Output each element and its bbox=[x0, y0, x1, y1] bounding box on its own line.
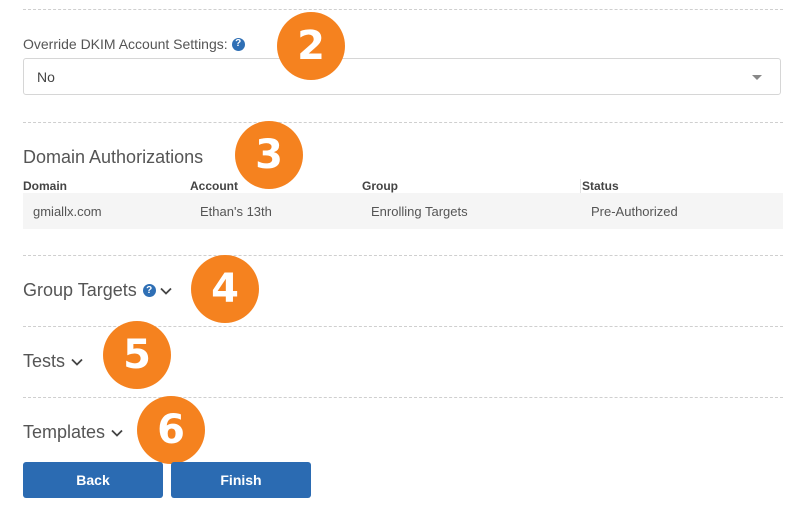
domain-authorizations-title: Domain Authorizations bbox=[23, 147, 203, 168]
divider bbox=[23, 122, 783, 123]
help-icon[interactable]: ? bbox=[142, 284, 156, 297]
divider bbox=[23, 9, 783, 10]
step-badge-4: 4 bbox=[191, 255, 259, 323]
dkim-override-label-text: Override DKIM Account Settings: bbox=[23, 36, 228, 52]
column-header-domain: Domain bbox=[23, 179, 68, 193]
divider bbox=[23, 255, 783, 256]
cell-status: Pre-Authorized bbox=[591, 204, 678, 219]
group-targets-toggle[interactable]: Group Targets ? bbox=[23, 280, 172, 301]
dkim-override-label: Override DKIM Account Settings: ? bbox=[23, 36, 245, 52]
table-row: gmiallx.com Ethan's 13th Enrolling Targe… bbox=[23, 193, 783, 229]
step-badge-2: 2 bbox=[277, 12, 345, 80]
chevron-down-icon bbox=[71, 358, 83, 366]
column-header-group: Group bbox=[362, 179, 398, 193]
back-button[interactable]: Back bbox=[23, 462, 163, 498]
domain-authorizations-title-text: Domain Authorizations bbox=[23, 147, 204, 167]
tests-title: Tests bbox=[23, 351, 66, 371]
step-badge-5: 5 bbox=[103, 321, 171, 389]
step-badge-6: 6 bbox=[137, 396, 205, 464]
cell-group: Enrolling Targets bbox=[371, 204, 468, 219]
chevron-down-icon bbox=[111, 429, 123, 437]
chevron-down-icon bbox=[160, 287, 172, 295]
dkim-override-select[interactable]: No bbox=[23, 58, 781, 95]
column-header-account: Account bbox=[190, 179, 238, 193]
divider bbox=[23, 397, 783, 398]
templates-title: Templates bbox=[23, 422, 106, 442]
finish-button[interactable]: Finish bbox=[171, 462, 311, 498]
templates-toggle[interactable]: Templates bbox=[23, 422, 123, 443]
tests-toggle[interactable]: Tests bbox=[23, 351, 83, 372]
column-header-status: Status bbox=[582, 179, 619, 193]
cell-account: Ethan's 13th bbox=[200, 204, 272, 219]
caret-down-icon bbox=[752, 75, 762, 80]
dkim-override-selected-value: No bbox=[37, 69, 55, 85]
help-icon[interactable]: ? bbox=[231, 37, 245, 51]
group-targets-title: Group Targets bbox=[23, 280, 137, 300]
column-separator bbox=[580, 179, 581, 193]
cell-domain: gmiallx.com bbox=[33, 204, 102, 219]
domain-authorizations-table-header: Domain Account Group Status bbox=[23, 179, 783, 193]
